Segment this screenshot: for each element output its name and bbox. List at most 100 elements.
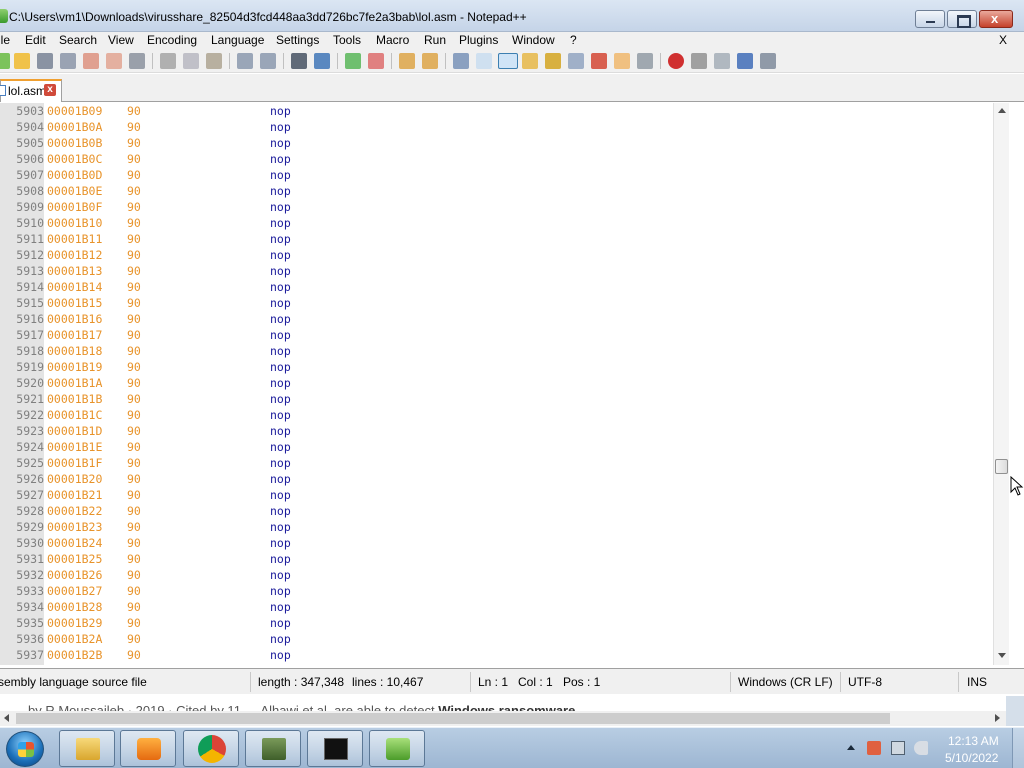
- tab-lol-asm[interactable]: lol.asm x: [0, 79, 62, 102]
- close-all-icon[interactable]: [106, 53, 122, 69]
- minimize-button[interactable]: [915, 10, 945, 28]
- zoom-out-icon[interactable]: [368, 53, 384, 69]
- show-desktop-button[interactable]: [1012, 728, 1024, 768]
- menu-tools[interactable]: Tools: [333, 33, 361, 47]
- menu-encoding[interactable]: Encoding: [147, 33, 197, 47]
- code-line[interactable]: 5925 00001B1F 90 nop: [0, 455, 996, 471]
- zoom-in-icon[interactable]: [345, 53, 361, 69]
- start-button[interactable]: [6, 731, 44, 767]
- code-line[interactable]: 5930 00001B24 90 nop: [0, 535, 996, 551]
- taskbar-media-player[interactable]: [120, 730, 176, 767]
- code-line[interactable]: 5910 00001B10 90 nop: [0, 215, 996, 231]
- save-icon[interactable]: [37, 53, 53, 69]
- scroll-thumb[interactable]: [995, 459, 1008, 474]
- menu-view[interactable]: View: [108, 33, 134, 47]
- code-line[interactable]: 5908 00001B0E 90 nop: [0, 183, 996, 199]
- print-icon[interactable]: [129, 53, 145, 69]
- scroll-right-arrow-icon[interactable]: [995, 714, 1000, 722]
- doc-map-icon[interactable]: [545, 53, 561, 69]
- code-line[interactable]: 5905 00001B0B 90 nop: [0, 135, 996, 151]
- code-line[interactable]: 5912 00001B12 90 nop: [0, 247, 996, 263]
- code-line[interactable]: 5918 00001B18 90 nop: [0, 343, 996, 359]
- show-hidden-icons-icon[interactable]: [847, 745, 855, 750]
- code-line[interactable]: 5913 00001B13 90 nop: [0, 263, 996, 279]
- menu-settings[interactable]: Settings: [276, 33, 319, 47]
- horizontal-scroll-thumb[interactable]: [16, 713, 890, 724]
- code-line[interactable]: 5915 00001B15 90 nop: [0, 295, 996, 311]
- code-line[interactable]: 5906 00001B0C 90 nop: [0, 151, 996, 167]
- preview-icon[interactable]: [637, 53, 653, 69]
- code-line[interactable]: 5919 00001B19 90 nop: [0, 359, 996, 375]
- code-line[interactable]: 5907 00001B0D 90 nop: [0, 167, 996, 183]
- menu-language[interactable]: Language: [211, 33, 264, 47]
- code-line[interactable]: 5929 00001B23 90 nop: [0, 519, 996, 535]
- taskbar-notepad-plus-plus[interactable]: [369, 730, 425, 767]
- code-line[interactable]: 5927 00001B21 90 nop: [0, 487, 996, 503]
- menu-file[interactable]: ile: [0, 33, 10, 47]
- code-line[interactable]: 5916 00001B16 90 nop: [0, 311, 996, 327]
- code-line[interactable]: 5904 00001B0A 90 nop: [0, 119, 996, 135]
- code-line[interactable]: 5932 00001B26 90 nop: [0, 567, 996, 583]
- menu-macro[interactable]: Macro: [376, 33, 409, 47]
- code-line[interactable]: 5909 00001B0F 90 nop: [0, 199, 996, 215]
- code-line[interactable]: 5931 00001B25 90 nop: [0, 551, 996, 567]
- action-center-flag-icon[interactable]: [867, 741, 881, 755]
- clock-time[interactable]: 12:13 AM: [948, 734, 999, 748]
- code-line[interactable]: 5917 00001B17 90 nop: [0, 327, 996, 343]
- monitoring-icon[interactable]: [591, 53, 607, 69]
- code-line[interactable]: 5923 00001B1D 90 nop: [0, 423, 996, 439]
- sync-vertical-icon[interactable]: [399, 53, 415, 69]
- find-icon[interactable]: [291, 53, 307, 69]
- menu-plugins[interactable]: Plugins: [459, 33, 498, 47]
- menu-help[interactable]: ?: [570, 33, 577, 47]
- taskbar-explorer[interactable]: [59, 730, 115, 767]
- volume-icon[interactable]: [914, 741, 928, 755]
- close-icon[interactable]: [83, 53, 99, 69]
- menu-window[interactable]: Window: [512, 33, 555, 47]
- save-all-icon[interactable]: [60, 53, 76, 69]
- menu-run[interactable]: Run: [424, 33, 446, 47]
- macro-record-icon[interactable]: [668, 53, 684, 69]
- taskbar-network-app[interactable]: [245, 730, 301, 767]
- menu-edit[interactable]: Edit: [25, 33, 46, 47]
- code-line[interactable]: 5924 00001B1E 90 nop: [0, 439, 996, 455]
- maximize-button[interactable]: [947, 10, 977, 28]
- clock-date[interactable]: 5/10/2022: [945, 751, 998, 765]
- replace-icon[interactable]: [314, 53, 330, 69]
- tab-close-button[interactable]: x: [44, 84, 56, 96]
- scroll-down-arrow-icon[interactable]: [998, 653, 1006, 658]
- folder-as-workspace-icon[interactable]: [614, 53, 630, 69]
- macro-play-icon[interactable]: [714, 53, 730, 69]
- open-file-icon[interactable]: [14, 53, 30, 69]
- close-window-button[interactable]: x: [979, 10, 1013, 28]
- code-line[interactable]: 5911 00001B11 90 nop: [0, 231, 996, 247]
- code-line[interactable]: 5921 00001B1B 90 nop: [0, 391, 996, 407]
- code-line[interactable]: 5914 00001B14 90 nop: [0, 279, 996, 295]
- copy-icon[interactable]: [183, 53, 199, 69]
- horizontal-scrollbar[interactable]: [0, 711, 1006, 726]
- code-line[interactable]: 5928 00001B22 90 nop: [0, 503, 996, 519]
- code-line[interactable]: 5903 00001B09 90 nop: [0, 103, 996, 119]
- code-line[interactable]: 5936 00001B2A 90 nop: [0, 631, 996, 647]
- scroll-left-arrow-icon[interactable]: [4, 714, 9, 722]
- taskbar-chrome[interactable]: [183, 730, 239, 767]
- macro-run-multiple-icon[interactable]: [737, 53, 753, 69]
- macro-stop-icon[interactable]: [691, 53, 707, 69]
- menu-search[interactable]: Search: [59, 33, 97, 47]
- vertical-scrollbar[interactable]: [993, 103, 1009, 665]
- redo-icon[interactable]: [260, 53, 276, 69]
- code-line[interactable]: 5937 00001B2B 90 nop: [0, 647, 996, 663]
- code-line[interactable]: 5935 00001B29 90 nop: [0, 615, 996, 631]
- indent-guide-icon[interactable]: [498, 53, 518, 69]
- code-line[interactable]: 5926 00001B20 90 nop: [0, 471, 996, 487]
- macro-save-icon[interactable]: [760, 53, 776, 69]
- word-wrap-icon[interactable]: [453, 53, 469, 69]
- network-icon[interactable]: [891, 741, 905, 755]
- paste-icon[interactable]: [206, 53, 222, 69]
- sync-horizontal-icon[interactable]: [422, 53, 438, 69]
- close-document-button[interactable]: X: [999, 33, 1007, 47]
- code-line[interactable]: 5933 00001B27 90 nop: [0, 583, 996, 599]
- show-all-chars-icon[interactable]: [476, 53, 492, 69]
- code-line[interactable]: 5934 00001B28 90 nop: [0, 599, 996, 615]
- taskbar-command-prompt[interactable]: [307, 730, 363, 767]
